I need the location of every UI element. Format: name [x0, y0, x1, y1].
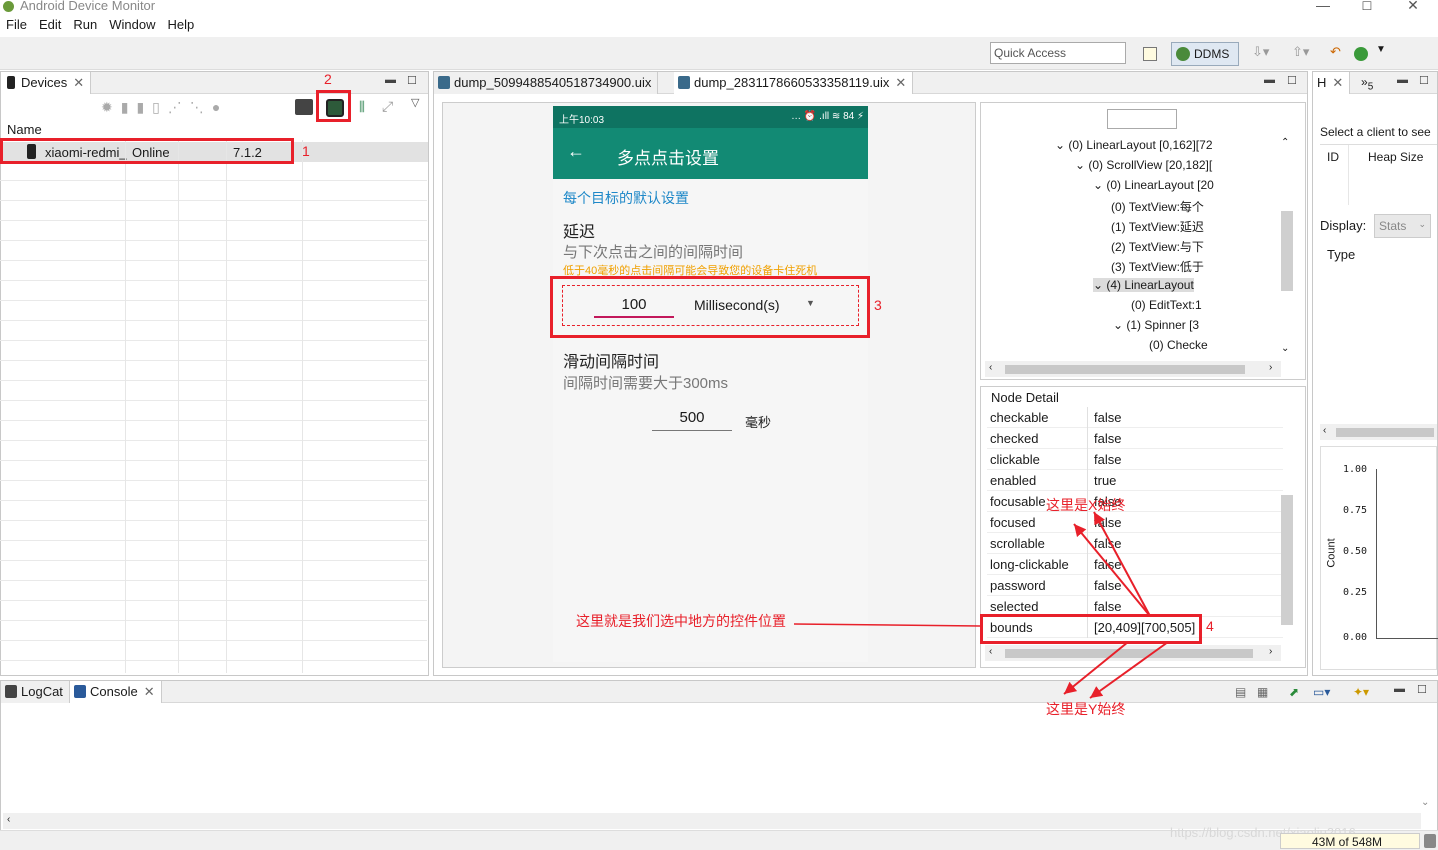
annotation-arrows	[793, 511, 1169, 699]
